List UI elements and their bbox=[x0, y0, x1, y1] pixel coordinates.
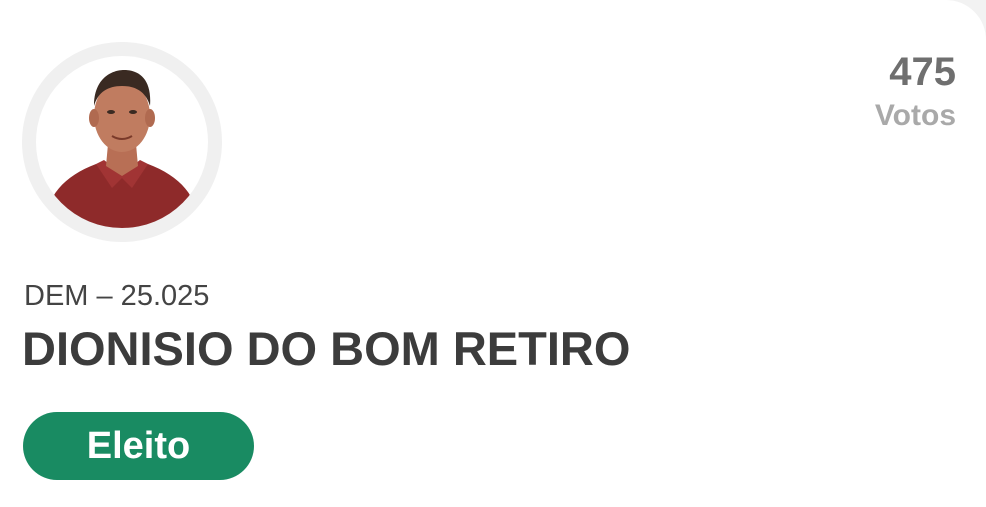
avatar-ring bbox=[22, 42, 222, 242]
status-badge: Eleito bbox=[23, 412, 254, 480]
candidate-card: 475 Votos DEM – 25.025 DIONISIO DO BOM R… bbox=[0, 0, 986, 507]
votes-block: 475 Votos bbox=[875, 48, 956, 136]
votes-count: 475 bbox=[889, 50, 956, 94]
candidate-name: DIONISIO DO BOM RETIRO bbox=[22, 322, 631, 375]
status-badge-label: Eleito bbox=[86, 424, 191, 467]
party-number: DEM – 25.025 bbox=[24, 280, 210, 312]
candidate-avatar bbox=[36, 56, 208, 228]
candidate-photo-icon bbox=[44, 70, 200, 228]
votes-label: Votos bbox=[874, 99, 956, 132]
